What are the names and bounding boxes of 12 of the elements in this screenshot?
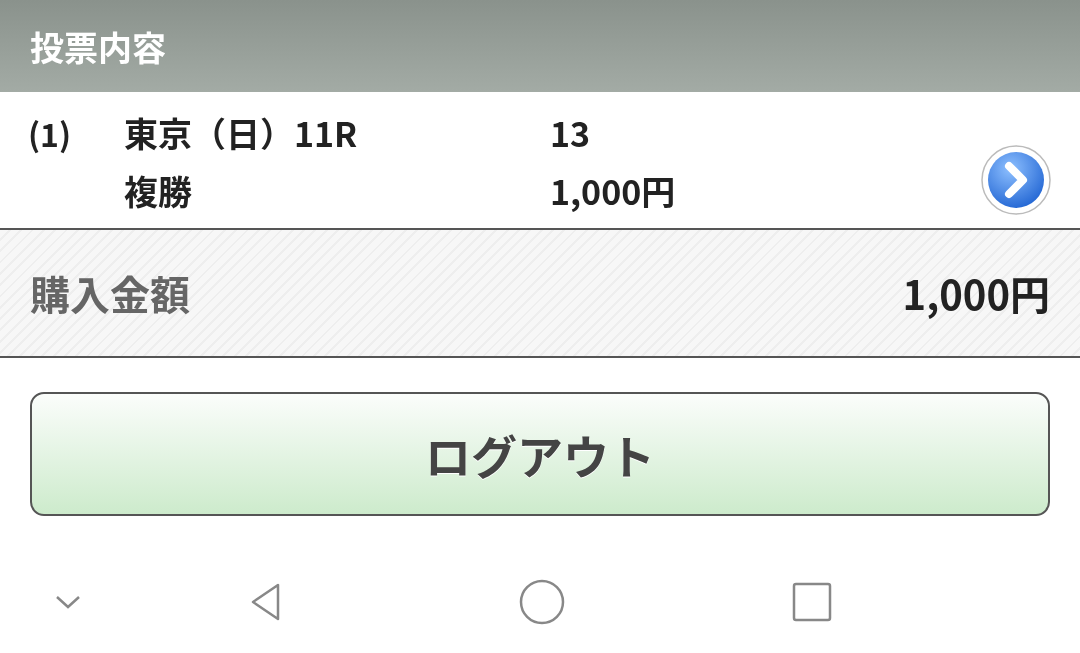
- logout-button[interactable]: ログアウト: [30, 392, 1050, 516]
- total-label: 購入金額: [30, 264, 190, 322]
- chevron-right-icon[interactable]: [980, 144, 1052, 216]
- total-amount: 1,000円: [902, 264, 1050, 322]
- header-title: 投票内容: [30, 21, 166, 71]
- home-icon[interactable]: [518, 578, 566, 626]
- recents-icon[interactable]: [792, 582, 832, 622]
- race-name: 東京（日）11R: [124, 110, 359, 156]
- bet-number: (1): [28, 110, 73, 156]
- bet-type: 複勝: [124, 168, 193, 214]
- bet-amount: 1,000円: [550, 168, 677, 214]
- selection-number: 13: [550, 110, 592, 156]
